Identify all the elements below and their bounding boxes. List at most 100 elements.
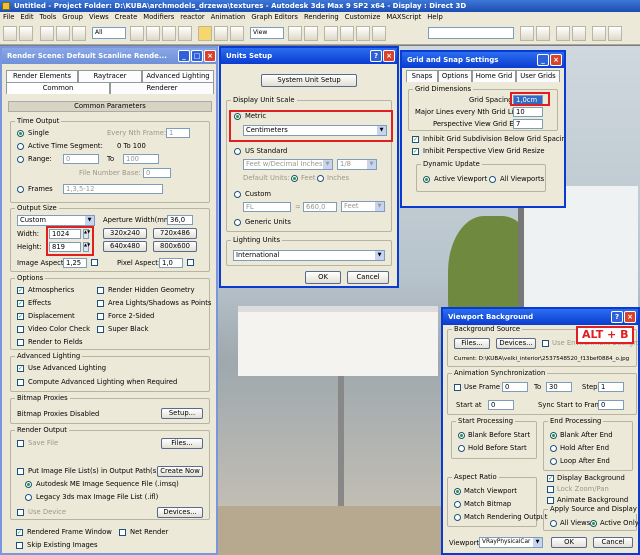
units-cancel-button[interactable]: Cancel (347, 271, 389, 284)
lock-zoom-pan-checkbox[interactable] (547, 486, 554, 493)
help-icon[interactable]: ? (370, 50, 382, 62)
output-size-preset-dropdown[interactable]: Custom ▼ (17, 215, 95, 226)
scale-icon[interactable] (230, 26, 244, 41)
spinner-snap-icon[interactable] (372, 26, 386, 41)
bind-icon[interactable] (72, 26, 86, 41)
frames-input[interactable]: 1,3,5-12 (63, 184, 163, 194)
preset-640x480-button[interactable]: 640x480 (103, 241, 147, 252)
aperture-input[interactable]: 36,0 (167, 215, 193, 225)
quick-render-icon[interactable] (608, 26, 622, 41)
background-files-button[interactable]: Files... (454, 338, 490, 349)
custom-radio[interactable] (234, 191, 241, 198)
autodesk-imsq-radio[interactable] (25, 481, 32, 488)
minimize-icon[interactable]: _ (178, 50, 190, 62)
range-to-input[interactable]: 100 (123, 154, 159, 164)
tab-raytracer[interactable]: Raytracer (78, 70, 142, 82)
hold-before-start-radio[interactable] (458, 445, 465, 452)
generic-units-radio[interactable] (234, 219, 241, 226)
hold-after-end-radio[interactable] (550, 445, 557, 452)
render-to-fields-checkbox[interactable] (17, 339, 24, 346)
inches-radio[interactable] (317, 175, 324, 182)
tab-renderer[interactable]: Renderer (110, 82, 214, 94)
render-setup-icon[interactable] (592, 26, 606, 41)
frames-radio[interactable] (17, 186, 24, 193)
net-render-checkbox[interactable] (119, 529, 126, 536)
blank-before-start-radio[interactable] (458, 432, 465, 439)
step-input[interactable]: 1 (598, 382, 624, 392)
tab-advanced-lighting[interactable]: Advanced Lighting (142, 70, 214, 82)
minimize-icon[interactable]: _ (537, 54, 549, 66)
match-rendering-radio[interactable] (454, 514, 461, 521)
display-background-checkbox[interactable]: ✓ (547, 475, 554, 482)
manipulate-icon[interactable] (304, 26, 318, 41)
loop-after-end-radio[interactable] (550, 458, 557, 465)
inhibit-resize-checkbox[interactable]: ✓ (412, 148, 419, 155)
lock-aspect-icon[interactable] (91, 259, 98, 266)
all-views-radio[interactable] (550, 520, 557, 527)
move-icon[interactable] (198, 26, 212, 41)
redo-icon[interactable] (19, 26, 33, 41)
custom-value-input[interactable]: 660,0 (303, 202, 337, 212)
bitmap-setup-button[interactable]: Setup... (161, 408, 203, 419)
help-icon[interactable]: ? (611, 311, 623, 323)
us-unit-dropdown[interactable]: Feet w/Decimal Inches ▼ (243, 159, 333, 170)
skip-existing-checkbox[interactable] (16, 542, 23, 549)
mirror-icon[interactable] (520, 26, 534, 41)
curve-editor-icon[interactable] (556, 26, 570, 41)
output-devices-button[interactable]: Devices... (157, 507, 203, 518)
maximize-icon[interactable]: □ (191, 50, 203, 62)
rendered-frame-window-checkbox[interactable]: ✓ (16, 529, 23, 536)
close-icon[interactable]: × (624, 311, 636, 323)
file-number-base-input[interactable]: 0 (143, 168, 171, 178)
link-icon[interactable] (40, 26, 54, 41)
tab-render-elements[interactable]: Render Elements (6, 70, 78, 82)
preset-800x600-button[interactable]: 800x600 (153, 241, 197, 252)
material-editor-icon[interactable] (572, 26, 586, 41)
atmospherics-checkbox[interactable]: ✓ (17, 287, 24, 294)
use-environment-checkbox[interactable] (542, 340, 549, 347)
range-radio[interactable] (17, 156, 24, 163)
custom-unit-dropdown[interactable]: Feet ▼ (341, 201, 385, 212)
perspective-extent-input[interactable]: 7 (513, 119, 543, 129)
tab-options[interactable]: Options (438, 70, 472, 82)
match-bitmap-radio[interactable] (454, 501, 461, 508)
effects-checkbox[interactable]: ✓ (17, 300, 24, 307)
us-standard-radio[interactable] (234, 148, 241, 155)
save-file-checkbox[interactable] (17, 440, 24, 447)
menu-item-file[interactable]: File (0, 13, 17, 21)
percent-snap-icon[interactable] (356, 26, 370, 41)
range-from-input[interactable]: 0 (63, 154, 99, 164)
system-unit-setup-button[interactable]: System Unit Setup (261, 74, 357, 87)
menu-item-create[interactable]: Create (112, 13, 141, 21)
menu-item-group[interactable]: Group (59, 13, 86, 21)
inhibit-subdivision-checkbox[interactable]: ✓ (412, 136, 419, 143)
pivot-icon[interactable] (288, 26, 302, 41)
tab-common[interactable]: Common (6, 82, 110, 94)
compute-advanced-lighting-checkbox[interactable] (17, 379, 24, 386)
menu-item-maxscript[interactable]: MAXScript (383, 13, 424, 21)
selection-filter-dropdown[interactable]: All (92, 27, 126, 39)
rotate-icon[interactable] (214, 26, 228, 41)
menu-item-reactor[interactable]: reactor (177, 13, 207, 21)
use-frame-from-input[interactable]: 0 (502, 382, 528, 392)
video-color-check-checkbox[interactable] (17, 326, 24, 333)
window-crossing-icon[interactable] (178, 26, 192, 41)
align-icon[interactable] (536, 26, 550, 41)
feet-radio[interactable] (291, 175, 298, 182)
snap-icon[interactable] (324, 26, 338, 41)
menu-item-graph-editors[interactable]: Graph Editors (248, 13, 301, 21)
lighting-units-dropdown[interactable]: International ▼ (233, 250, 385, 261)
angle-snap-icon[interactable] (340, 26, 354, 41)
menu-item-help[interactable]: Help (424, 13, 446, 21)
reference-coordinate-dropdown[interactable]: View (250, 27, 284, 39)
menu-item-tools[interactable]: Tools (37, 13, 60, 21)
preset-320x240-button[interactable]: 320x240 (103, 228, 147, 239)
close-icon[interactable]: × (383, 50, 395, 62)
tab-snaps[interactable]: Snaps (406, 70, 438, 82)
menu-item-edit[interactable]: Edit (17, 13, 36, 21)
all-viewports-radio[interactable] (489, 176, 496, 183)
preset-720x486-button[interactable]: 720x486 (153, 228, 197, 239)
legacy-ifl-radio[interactable] (25, 494, 32, 501)
common-parameters-rollout[interactable]: Common Parameters (8, 101, 212, 112)
use-device-checkbox[interactable] (17, 509, 24, 516)
